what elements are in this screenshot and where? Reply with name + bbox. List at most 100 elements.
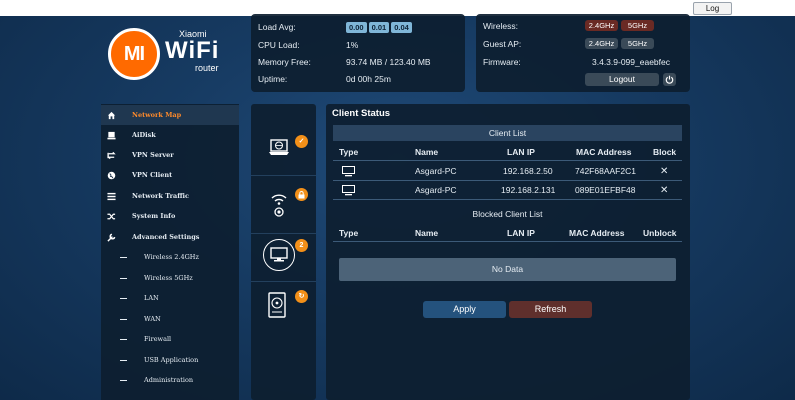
col-type: Type	[339, 147, 359, 157]
logout-button[interactable]: Logout	[585, 73, 659, 86]
col-mac: MAC Address	[576, 147, 632, 157]
col-type: Type	[339, 228, 359, 238]
col-lan-ip: LAN IP	[507, 228, 535, 238]
guest-24-pill[interactable]: 2.4GHz	[585, 38, 618, 49]
cpu-row: CPU Load: 1%	[258, 38, 458, 52]
submenu-lan[interactable]: LAN	[101, 288, 239, 308]
menu-advanced-settings[interactable]: Advanced Settings	[101, 227, 239, 247]
menu-vpn-server[interactable]: VPN Server	[101, 145, 239, 165]
power-icon	[665, 75, 674, 84]
firmware-row: Firmware: 3.4.3.9-099_eaebfec	[483, 55, 683, 69]
col-block: Block	[653, 147, 677, 157]
menu-network-traffic[interactable]: Network Traffic	[101, 186, 239, 206]
client-mac: 089E01EFBF48	[575, 185, 636, 195]
wireless-5-pill[interactable]: 5GHz	[621, 20, 654, 31]
col-lan-ip: LAN IP	[507, 147, 535, 157]
menu-label: Network Map	[132, 111, 182, 119]
logo-line3: router	[195, 63, 219, 73]
refresh-status-icon: ↻	[295, 290, 308, 303]
submenu-label: LAN	[144, 294, 159, 302]
clients-tile[interactable]: 2	[251, 234, 316, 282]
network-map-icons: ✓ 2 ↻	[251, 104, 316, 400]
side-menu: Network Map AiDisk VPN Server VPN Client…	[101, 104, 239, 400]
logo-line2: WiFi	[165, 37, 220, 64]
menu-label: System Info	[132, 212, 176, 220]
guest-ap-label: Guest AP:	[483, 39, 522, 49]
submenu-wireless-5[interactable]: Wireless 5GHz	[101, 268, 239, 288]
menu-label: VPN Client	[132, 171, 173, 179]
monitor-icon	[270, 247, 288, 262]
load-avg-values: 0.00 0.01 0.04	[346, 20, 414, 34]
xiaomi-logo: MI Xiaomi WiFi router	[108, 28, 228, 80]
submenu-firewall[interactable]: Firewall	[101, 329, 239, 349]
check-icon: ✓	[295, 135, 308, 148]
load-avg-label: Load Avg:	[258, 22, 296, 32]
wireless-status-tile[interactable]	[251, 176, 316, 234]
menu-vpn-client[interactable]: VPN Client	[101, 165, 239, 185]
col-unblock: Unblock	[643, 228, 677, 238]
submenu-label: USB Application	[144, 356, 199, 364]
col-mac: MAC Address	[569, 228, 625, 238]
client-ip: 192.168.2.50	[503, 166, 553, 176]
col-name: Name	[415, 228, 439, 238]
memory-row: Memory Free: 93.74 MB / 123.40 MB	[258, 55, 458, 69]
globe-icon	[107, 171, 116, 180]
vpn-server-icon	[107, 151, 116, 160]
block-icon[interactable]: ✕	[660, 181, 668, 200]
submenu-label: Administration	[144, 376, 194, 384]
menu-network-map[interactable]: Network Map	[101, 105, 239, 125]
submenu-wan[interactable]: WAN	[101, 309, 239, 329]
menu-label: Network Traffic	[132, 192, 189, 200]
load-avg-15: 0.04	[391, 22, 412, 33]
guest-5-pill[interactable]: 5GHz	[621, 38, 654, 49]
memory-value: 93.74 MB / 123.40 MB	[346, 57, 431, 67]
submenu-wireless-24[interactable]: Wireless 2.4GHz	[101, 247, 239, 267]
block-icon[interactable]: ✕	[660, 162, 668, 181]
uptime-row: Uptime: 0d 00h 25m	[258, 72, 458, 86]
cpu-label: CPU Load:	[258, 40, 300, 50]
lock-icon	[295, 188, 308, 201]
client-list-header: Client List	[333, 125, 682, 141]
col-name: Name	[415, 147, 439, 157]
client-table-header: Type Name LAN IP MAC Address Block	[333, 144, 682, 161]
wrench-icon	[107, 233, 116, 242]
menu-system-info[interactable]: System Info	[101, 206, 239, 226]
log-button[interactable]: Log	[693, 2, 732, 15]
submenu-usb-application[interactable]: USB Application	[101, 350, 239, 370]
wireless-label: Wireless:	[483, 21, 518, 31]
submenu-label: Wireless 5GHz	[144, 274, 193, 282]
router-status-panel: Wireless: 2.4GHz 5GHz Guest AP: 2.4GHz 5GH…	[476, 14, 690, 92]
menu-label: Advanced Settings	[132, 233, 200, 241]
disk-icon	[107, 131, 116, 140]
computer-icon	[342, 166, 355, 177]
blocked-table-header: Type Name LAN IP MAC Address Unblock	[333, 225, 682, 242]
wireless-24-pill[interactable]: 2.4GHz	[585, 20, 618, 31]
submenu-administration[interactable]: Administration	[101, 370, 239, 390]
internet-status-tile[interactable]: ✓	[251, 119, 316, 176]
traffic-icon	[107, 192, 116, 201]
client-ip: 192.168.2.131	[501, 185, 556, 195]
refresh-button[interactable]: Refresh	[509, 301, 592, 318]
client-name: Asgard-PC	[415, 185, 457, 195]
load-avg-5: 0.01	[368, 22, 390, 33]
client-name: Asgard-PC	[415, 166, 457, 176]
guest-ap-row: Guest AP: 2.4GHz 5GHz	[483, 37, 683, 51]
usb-storage-tile[interactable]: ↻	[251, 282, 316, 332]
menu-label: VPN Server	[132, 151, 174, 159]
logo-mark: MI	[108, 28, 160, 80]
firmware-value[interactable]: 3.4.3.9-099_eaebfec	[592, 55, 670, 69]
page-title: Client Status	[332, 108, 391, 119]
submenu-label: Wireless 2.4GHz	[144, 253, 199, 261]
client-status-panel: Client Status Client List Type Name LAN …	[326, 104, 690, 400]
firmware-label: Firmware:	[483, 57, 521, 67]
menu-aidisk[interactable]: AiDisk	[101, 125, 239, 145]
laptop-globe-icon	[269, 139, 289, 155]
computer-icon	[342, 185, 355, 196]
blocked-list-header: Blocked Client List	[472, 209, 543, 219]
client-count-badge: 2	[295, 239, 308, 252]
reboot-button[interactable]	[663, 73, 676, 86]
hard-drive-icon	[268, 292, 286, 318]
apply-button[interactable]: Apply	[423, 301, 506, 318]
uptime-value: 0d 00h 25m	[346, 74, 391, 84]
logo-text: Xiaomi WiFi router	[165, 30, 220, 74]
